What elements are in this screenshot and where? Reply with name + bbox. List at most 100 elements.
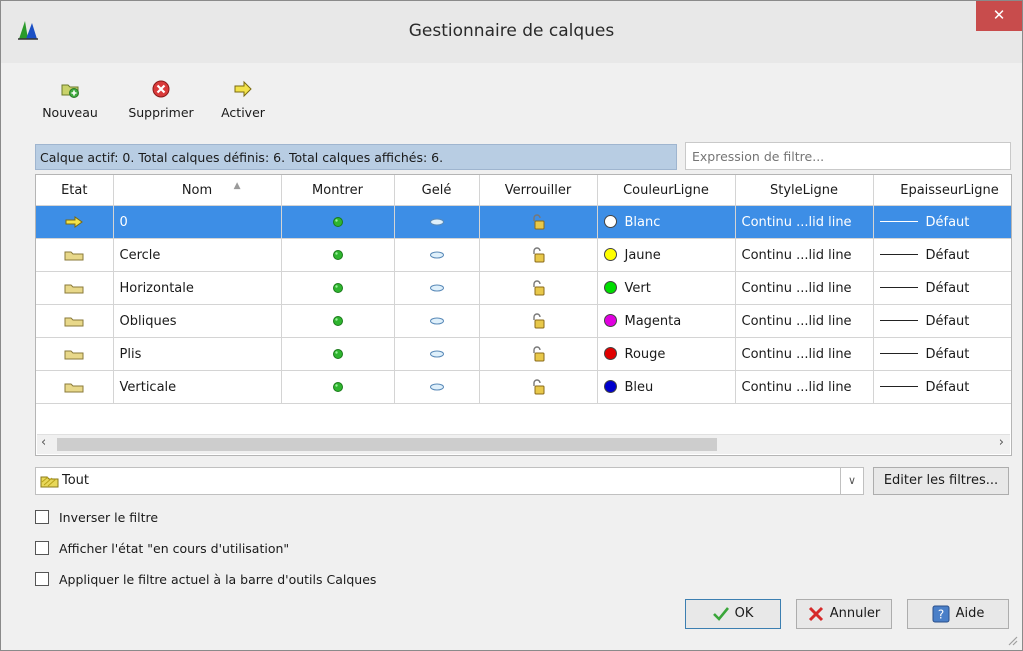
lock-toggle[interactable] — [479, 238, 598, 272]
layer-name-cell[interactable]: Cercle — [113, 238, 282, 272]
layer-manager-dialog: Gestionnaire de calques ✕ Nouveau Suppri… — [0, 0, 1023, 651]
line-color-cell[interactable]: Bleu — [597, 370, 736, 404]
checkbox-box[interactable] — [35, 572, 49, 586]
close-button[interactable]: ✕ — [976, 1, 1022, 31]
line-weight-sample — [879, 352, 918, 354]
line-weight-cell[interactable]: Défaut — [873, 370, 1011, 404]
line-style-cell[interactable]: Continu ...lid line — [735, 271, 874, 305]
lock-toggle[interactable] — [479, 304, 598, 338]
show-toggle[interactable] — [281, 337, 395, 371]
unfrozen-icon — [429, 317, 444, 325]
lock-toggle[interactable] — [479, 370, 598, 404]
line-style-cell[interactable]: Continu ...lid line — [735, 337, 874, 371]
column-header-line-color[interactable]: CouleurLigne — [597, 175, 736, 206]
ok-button[interactable]: OK — [685, 599, 781, 629]
table-row[interactable]: Cercle Jaune Continu ...lid line Défaut — [36, 238, 1011, 272]
unlocked-icon — [533, 379, 545, 395]
show-in-use-label: Afficher l'état "en cours d'utilisation" — [59, 541, 290, 556]
line-weight-sample — [879, 253, 918, 255]
state-cell[interactable] — [36, 337, 114, 371]
layer-name-cell[interactable]: Horizontale — [113, 271, 282, 305]
freeze-toggle[interactable] — [394, 205, 480, 239]
column-header-frozen[interactable]: Gelé — [394, 175, 480, 206]
unlocked-icon — [533, 280, 545, 296]
state-cell[interactable] — [36, 304, 114, 338]
horizontal-scrollbar[interactable]: ‹ › — [37, 434, 1010, 454]
apply-to-toolbar-checkbox[interactable]: Appliquer le filtre actuel à la barre d'… — [35, 572, 376, 590]
freeze-toggle[interactable] — [394, 337, 480, 371]
column-header-locked[interactable]: Verrouiller — [479, 175, 598, 206]
freeze-toggle[interactable] — [394, 370, 480, 404]
chevron-down-icon[interactable]: ∨ — [840, 468, 863, 494]
scroll-left-icon[interactable]: ‹ — [41, 435, 46, 450]
freeze-toggle[interactable] — [394, 238, 480, 272]
line-color-cell[interactable]: Rouge — [597, 337, 736, 371]
show-in-use-checkbox[interactable]: Afficher l'état "en cours d'utilisation" — [35, 541, 289, 559]
window-title: Gestionnaire de calques — [408, 21, 615, 41]
line-style-cell[interactable]: Continu ...lid line — [735, 304, 874, 338]
show-toggle[interactable] — [281, 205, 395, 239]
line-weight-cell[interactable]: Défaut — [873, 337, 1011, 371]
layer-status-bar: Calque actif: 0. Total calques définis: … — [35, 144, 677, 170]
table-row[interactable]: Plis Rouge Continu ...lid line Défaut — [36, 337, 1011, 371]
line-color-cell[interactable]: Blanc — [597, 205, 736, 239]
table-row[interactable]: Obliques Magenta Continu ...lid line Défaut — [36, 304, 1011, 338]
table-row[interactable]: Horizontale Vert Continu ...lid line Défaut — [36, 271, 1011, 305]
line-weight-label: Défaut — [925, 247, 970, 263]
column-header-name[interactable]: Nom ▲ — [113, 175, 282, 206]
cancel-button[interactable]: Annuler — [796, 599, 892, 629]
line-color-cell[interactable]: Vert — [597, 271, 736, 305]
line-color-cell[interactable]: Magenta — [597, 304, 736, 338]
state-cell[interactable] — [36, 370, 114, 404]
resize-grip-icon[interactable] — [1006, 634, 1018, 646]
column-header-state[interactable]: Etat — [36, 175, 114, 206]
layer-name-cell[interactable]: Verticale — [113, 370, 282, 404]
title-bar[interactable]: Gestionnaire de calques ✕ — [1, 1, 1022, 63]
table-row[interactable]: Verticale Bleu Continu ...lid line Défaut — [36, 370, 1011, 404]
lock-toggle[interactable] — [479, 337, 598, 371]
help-button[interactable]: ? Aide — [907, 599, 1009, 629]
scrollbar-thumb[interactable] — [57, 438, 717, 451]
show-toggle[interactable] — [281, 271, 395, 305]
line-style-cell[interactable]: Continu ...lid line — [735, 205, 874, 239]
line-weight-cell[interactable]: Défaut — [873, 238, 1011, 272]
state-cell[interactable] — [36, 205, 114, 239]
column-header-line-style[interactable]: StyleLigne — [735, 175, 874, 206]
new-layer-button[interactable]: Nouveau — [37, 79, 103, 129]
checkbox-box[interactable] — [35, 541, 49, 555]
state-cell[interactable] — [36, 271, 114, 305]
line-weight-cell[interactable]: Défaut — [873, 304, 1011, 338]
layer-name-cell[interactable]: Plis — [113, 337, 282, 371]
checkbox-box[interactable] — [35, 510, 49, 524]
line-color-cell[interactable]: Jaune — [597, 238, 736, 272]
filter-expression-input[interactable] — [685, 142, 1011, 170]
lock-toggle[interactable] — [479, 271, 598, 305]
lock-toggle[interactable] — [479, 205, 598, 239]
show-toggle[interactable] — [281, 304, 395, 338]
help-label: Aide — [955, 606, 985, 621]
line-weight-cell[interactable]: Défaut — [873, 205, 1011, 239]
color-name: Rouge — [624, 346, 666, 362]
table-row[interactable]: 0 Blanc Continu ...lid line Défaut — [36, 205, 1011, 239]
invert-filter-checkbox[interactable]: Inverser le filtre — [35, 510, 158, 528]
activate-layer-button[interactable]: Activer — [215, 79, 271, 129]
line-style-cell[interactable]: Continu ...lid line — [735, 370, 874, 404]
show-toggle[interactable] — [281, 370, 395, 404]
delete-layer-button[interactable]: Supprimer — [123, 79, 199, 129]
layer-name-cell[interactable]: Obliques — [113, 304, 282, 338]
column-header-line-weight[interactable]: EpaisseurLigne — [873, 175, 1011, 206]
state-cell[interactable] — [36, 238, 114, 272]
unlocked-icon — [533, 214, 545, 230]
column-header-show[interactable]: Montrer — [281, 175, 395, 206]
checkmark-icon — [712, 606, 729, 621]
edit-filters-button[interactable]: Editer les filtres... — [873, 467, 1009, 495]
freeze-toggle[interactable] — [394, 271, 480, 305]
scroll-right-icon[interactable]: › — [999, 435, 1004, 450]
show-toggle[interactable] — [281, 238, 395, 272]
line-weight-label: Défaut — [925, 214, 970, 230]
freeze-toggle[interactable] — [394, 304, 480, 338]
line-style-cell[interactable]: Continu ...lid line — [735, 238, 874, 272]
layer-name-cell[interactable]: 0 — [113, 205, 282, 239]
filter-select[interactable]: Tout ∨ — [35, 467, 864, 495]
line-weight-cell[interactable]: Défaut — [873, 271, 1011, 305]
